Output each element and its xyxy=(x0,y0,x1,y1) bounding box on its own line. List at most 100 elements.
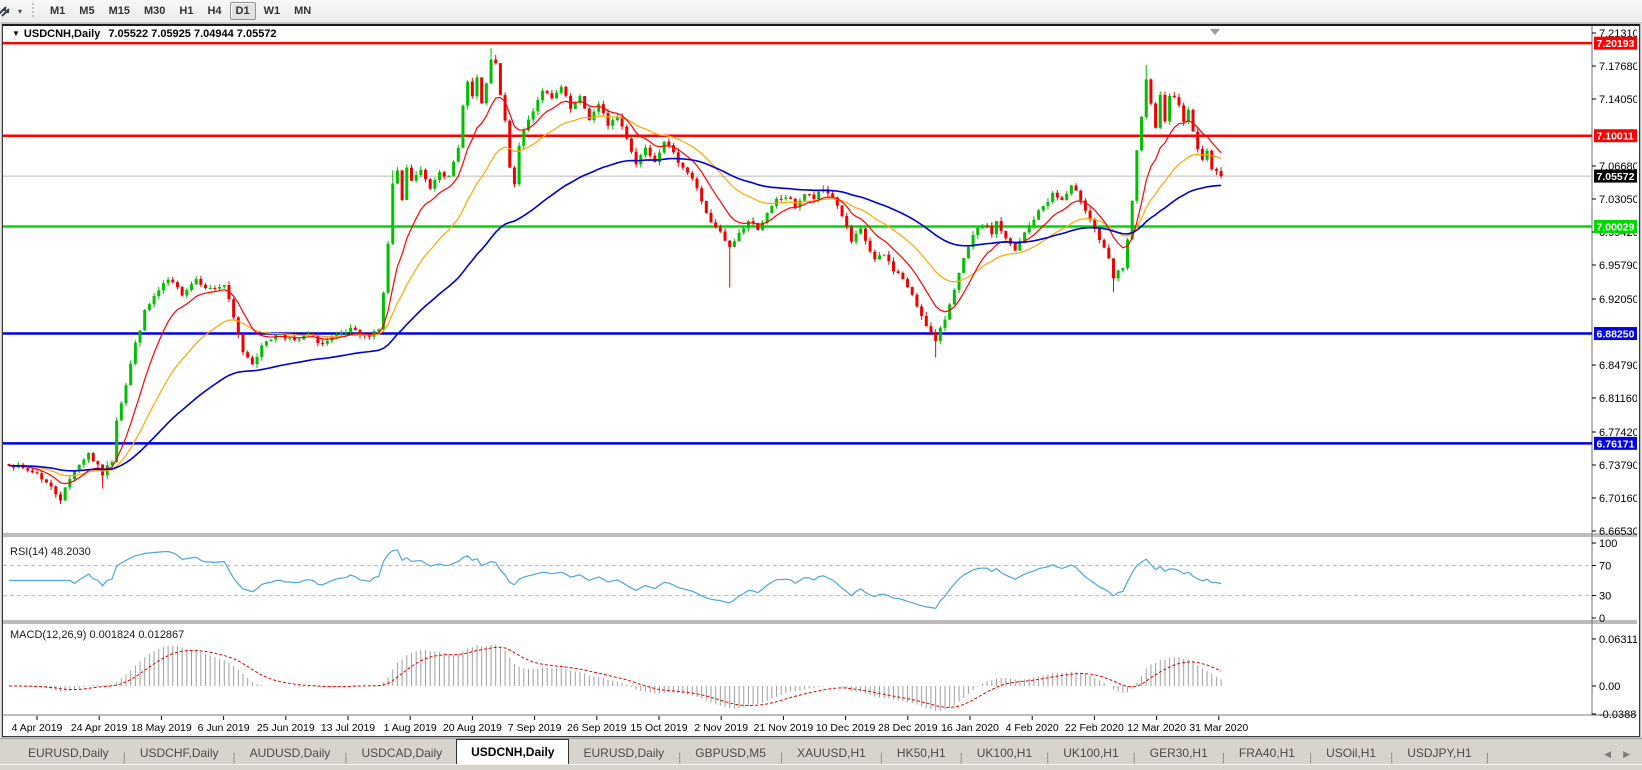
candle-body xyxy=(415,175,418,181)
candle-body xyxy=(508,121,511,168)
tab-eurusd-daily[interactable]: EURUSD,Daily xyxy=(14,742,123,764)
timeframe-button-d1[interactable]: D1 xyxy=(230,2,256,20)
tab-audusd-daily[interactable]: AUDUSD,Daily xyxy=(236,742,345,764)
candle-body xyxy=(574,103,577,109)
candle-body xyxy=(1023,232,1026,241)
candle-body xyxy=(845,216,848,226)
candle-body xyxy=(611,120,614,126)
candle-body xyxy=(1215,169,1218,171)
timeframe-button-h1[interactable]: H1 xyxy=(173,2,199,20)
candle-body xyxy=(391,184,394,244)
candle-body xyxy=(120,403,123,420)
timeframe-button-m30[interactable]: M30 xyxy=(138,2,171,20)
candle-body xyxy=(770,206,773,213)
tab-hk50-h1[interactable]: HK50,H1 xyxy=(883,742,960,764)
candle-body xyxy=(326,341,329,344)
tab-usdcnh-daily[interactable]: USDCNH,Daily xyxy=(456,739,569,764)
tabs-scroll-left-icon[interactable]: ◀ xyxy=(1604,749,1611,760)
candle-body xyxy=(424,170,427,179)
timeframe-button-m1[interactable]: M1 xyxy=(44,2,71,20)
candle-body xyxy=(859,229,862,234)
candle-body xyxy=(920,306,923,316)
candle-body xyxy=(447,176,450,177)
candle-body xyxy=(452,162,455,176)
tab-usdcad-daily[interactable]: USDCAD,Daily xyxy=(347,742,456,764)
candle-body xyxy=(1220,171,1223,176)
candle-body xyxy=(1117,270,1120,278)
candle-body xyxy=(714,222,717,227)
chart-canvas[interactable]: 7.213107.176807.140507.066807.030506.994… xyxy=(3,26,1637,735)
candle-body xyxy=(747,221,750,228)
candle-body xyxy=(1000,221,1003,231)
rsi-line xyxy=(9,550,1221,608)
tab-uk100-h1[interactable]: UK100,H1 xyxy=(1049,742,1132,764)
tab-xauusd-h1[interactable]: XAUUSD,H1 xyxy=(783,742,880,764)
candle-body xyxy=(134,343,137,364)
candle-body xyxy=(223,285,226,287)
tab-usdjpy-h1[interactable]: USDJPY,H1 xyxy=(1393,742,1485,764)
candle-body xyxy=(405,168,408,200)
tabs-scroll-right-icon[interactable]: ▶ xyxy=(1623,749,1630,760)
tab-usdchf-daily[interactable]: USDCHF,Daily xyxy=(126,742,233,764)
candle-body xyxy=(129,364,132,385)
candle-body xyxy=(1173,96,1176,97)
candle-body xyxy=(209,288,212,289)
candle-body xyxy=(892,261,895,271)
candle-body xyxy=(700,188,703,201)
candle-body xyxy=(1149,79,1152,103)
candle-body xyxy=(948,304,951,319)
candle-body xyxy=(157,290,160,296)
toolbar-grip[interactable] xyxy=(30,3,35,19)
candle-body xyxy=(387,244,390,293)
candle-body xyxy=(873,252,876,260)
candle-body xyxy=(724,231,727,240)
candle-body xyxy=(218,287,221,289)
candle-body xyxy=(1009,238,1012,244)
cursor-tool-button[interactable]: ▾ xyxy=(0,3,26,19)
candle-body xyxy=(471,82,474,97)
candle-body xyxy=(1192,110,1195,132)
candle-body xyxy=(321,343,324,344)
timeframe-button-m5[interactable]: M5 xyxy=(73,2,100,20)
candle-body xyxy=(54,486,57,494)
candle-body xyxy=(1014,244,1017,251)
candle-body xyxy=(260,345,263,357)
candle-body xyxy=(897,271,900,273)
chart-title: ▼USDCNH,Daily7.05522 7.05925 7.04944 7.0… xyxy=(9,28,280,42)
tab-uk100-h1[interactable]: UK100,H1 xyxy=(963,742,1046,764)
candle-body xyxy=(686,168,689,173)
date-axis[interactable] xyxy=(3,715,1637,735)
candle-body xyxy=(883,255,886,256)
tab-fra40-h1[interactable]: FRA40,H1 xyxy=(1225,742,1309,764)
macd-indicator-label: MACD(12,26,9) 0.001824 0.012867 xyxy=(10,629,184,641)
timeframe-button-m15[interactable]: M15 xyxy=(103,2,136,20)
tab-ger30-h1[interactable]: GER30,H1 xyxy=(1136,742,1222,764)
symbol-dropdown-icon[interactable]: ▼ xyxy=(12,29,20,38)
candle-body xyxy=(733,241,736,247)
timeframe-button-mn[interactable]: MN xyxy=(288,2,317,20)
tab-divider: | xyxy=(1486,746,1489,764)
candle-body xyxy=(1061,197,1064,200)
timeframe-button-h4[interactable]: H4 xyxy=(201,2,227,20)
candle-body xyxy=(213,288,216,289)
candle-body xyxy=(630,138,633,151)
chart-window: ▼USDCNH,Daily7.05522 7.05925 7.04944 7.0… xyxy=(2,24,1640,737)
candle-body xyxy=(87,453,90,460)
candle-body xyxy=(1121,268,1124,270)
candle-body xyxy=(167,280,170,284)
tab-gbpusd-m5[interactable]: GBPUSD,M5 xyxy=(681,742,780,764)
candle-body xyxy=(64,487,67,500)
candle-body xyxy=(237,317,240,333)
candle-body xyxy=(40,473,43,479)
candle-body xyxy=(532,111,535,119)
tab-usoil-h1[interactable]: USOil,H1 xyxy=(1312,742,1390,764)
price-axis[interactable] xyxy=(1592,26,1637,715)
timeframe-toolbar: ▾ M1M5M15M30H1H4D1W1MN xyxy=(0,0,1642,23)
candle-body xyxy=(784,198,787,199)
timeframe-button-w1[interactable]: W1 xyxy=(258,2,287,20)
candle-body xyxy=(635,152,638,165)
candle-body xyxy=(546,91,549,93)
tab-eurusd-daily[interactable]: EURUSD,Daily xyxy=(569,742,678,764)
dropdown-caret-icon[interactable]: ▾ xyxy=(18,7,22,16)
candle-body xyxy=(396,170,399,183)
